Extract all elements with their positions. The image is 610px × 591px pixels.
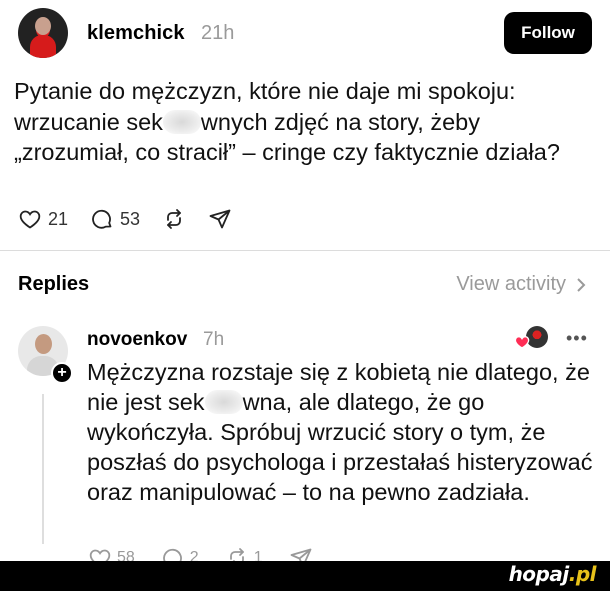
thread-line [42, 394, 44, 544]
view-activity-label: View activity [456, 273, 566, 295]
post-body: Pytanie do mężczyzn, które nie daje mi s… [14, 76, 599, 168]
comment-button[interactable]: 53 [90, 207, 140, 231]
author-liked-indicator [514, 326, 550, 350]
replies-heading: Replies [18, 273, 90, 295]
share-button[interactable] [208, 207, 232, 231]
watermark-brand: hopaj [508, 562, 570, 586]
post-time: 21h [201, 22, 235, 44]
section-divider [0, 250, 610, 251]
heart-icon [19, 210, 41, 229]
censor-blur [204, 390, 243, 414]
reply-time: 7h [203, 329, 225, 350]
author-avatar[interactable] [18, 8, 68, 58]
comment-icon [92, 209, 112, 229]
repost-icon [167, 209, 181, 229]
post-header: klemchick 21h Follow [18, 8, 594, 58]
follow-button[interactable]: Follow [504, 12, 592, 54]
more-icon[interactable]: ••• [566, 329, 588, 347]
post-actions: 21 53 [18, 206, 254, 232]
view-activity-link[interactable]: View activity [456, 273, 586, 296]
chevron-right-icon [577, 277, 586, 292]
comment-count: 53 [120, 208, 141, 229]
like-button[interactable]: 21 [18, 207, 68, 231]
heart-icon [514, 335, 530, 349]
watermark-logo: hopaj.pl [508, 562, 597, 586]
share-icon [209, 209, 231, 229]
watermark-bar: hopaj.pl [0, 561, 610, 591]
repost-button[interactable] [162, 207, 186, 231]
post-author-username[interactable]: klemchick [87, 22, 185, 45]
like-count: 21 [48, 208, 69, 229]
censor-blur [162, 109, 201, 134]
plus-icon[interactable]: + [51, 362, 73, 384]
reply-author-username[interactable]: novoenkov [87, 329, 187, 351]
reply-body: Mężczyzna rozstaje się z kobietą nie dla… [87, 357, 597, 507]
watermark-tld: .pl [568, 562, 597, 586]
